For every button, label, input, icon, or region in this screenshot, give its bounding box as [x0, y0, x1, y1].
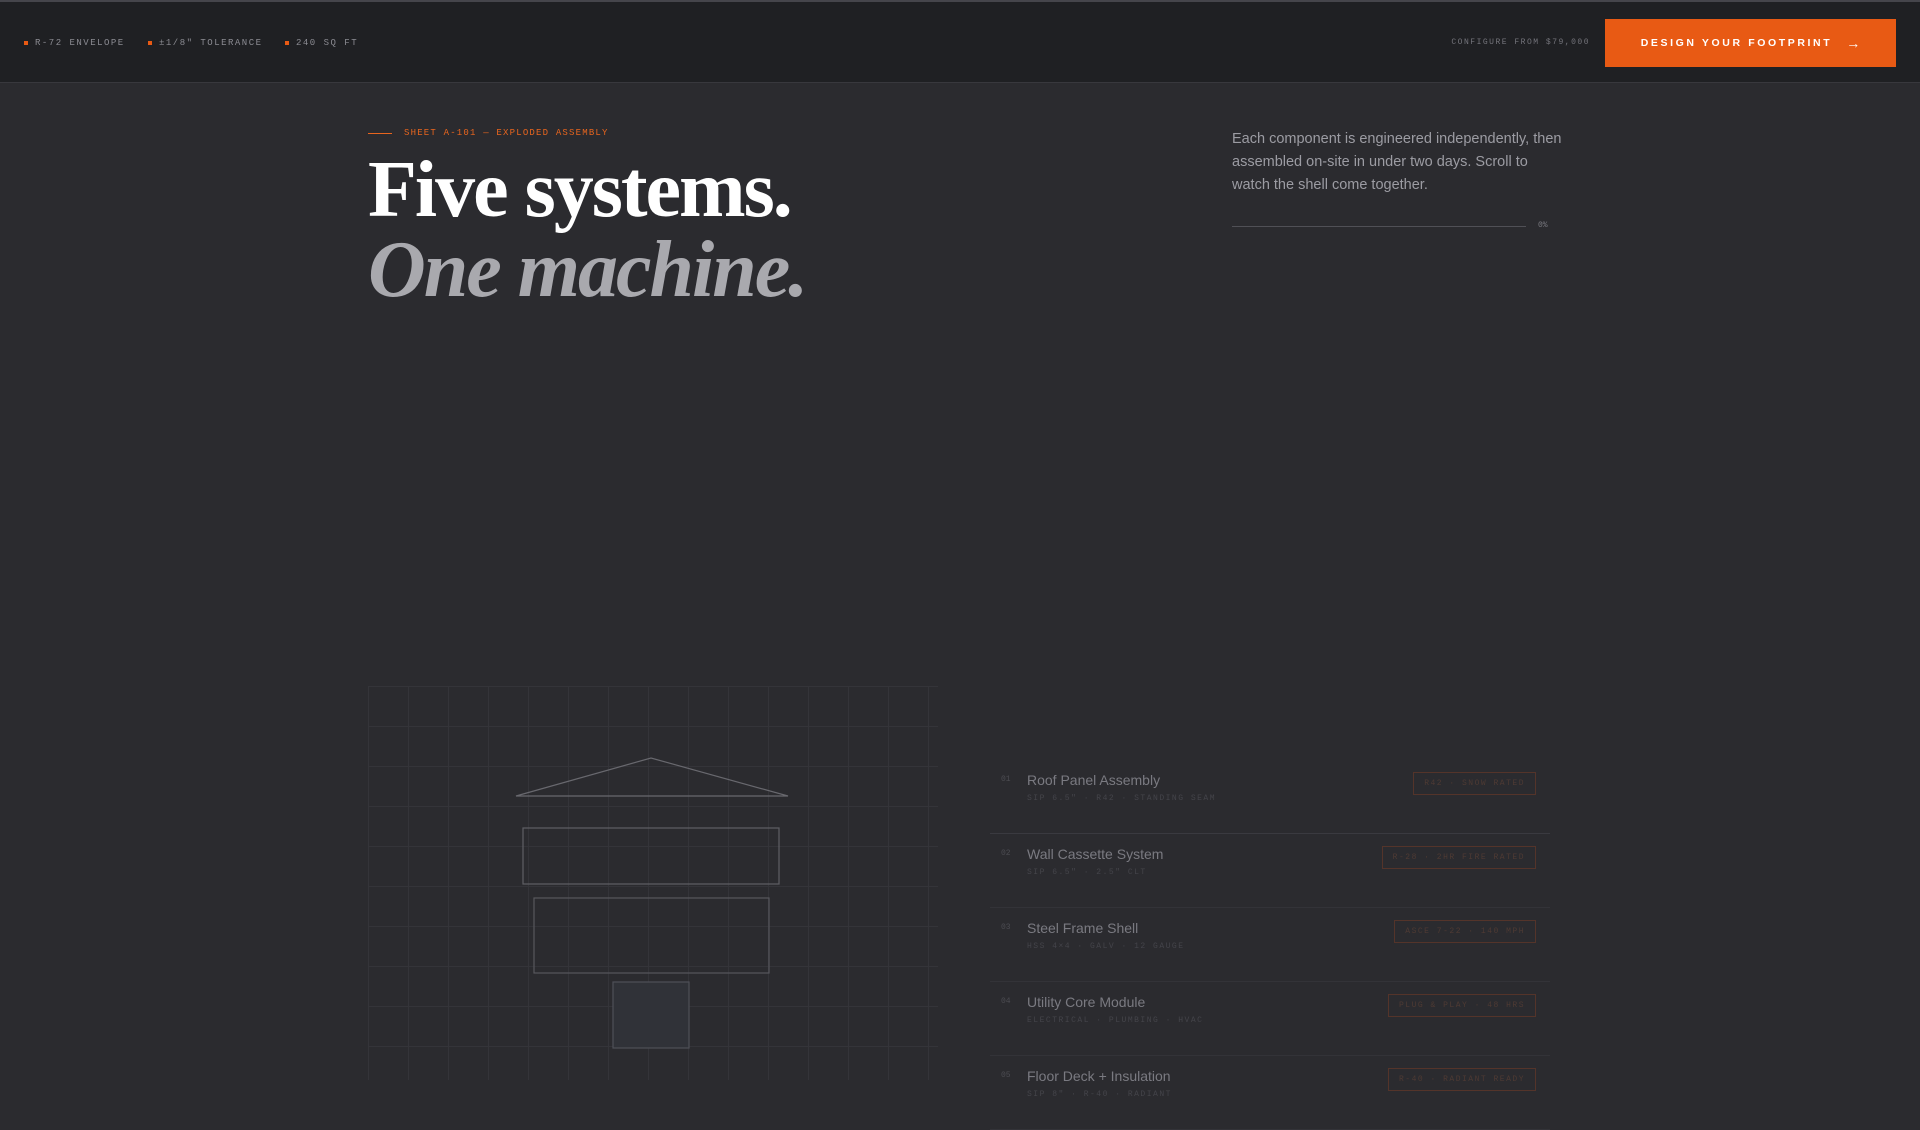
component-number: 01 — [1001, 775, 1011, 784]
configure-price-label: CONFIGURE FROM $79,000 — [1451, 38, 1590, 47]
component-specs: SIP 6.5" · R42 · STANDING SEAM — [1027, 794, 1217, 803]
headline-line-2: One machine. — [368, 226, 808, 314]
headline-line-1: Five systems. — [368, 146, 793, 234]
component-name: Steel Frame Shell — [1027, 920, 1139, 936]
spec-label: 240 SQ FT — [296, 38, 359, 48]
component-number: 03 — [1001, 923, 1011, 932]
spec-bullet-icon — [148, 41, 152, 45]
component-name: Wall Cassette System — [1027, 846, 1164, 862]
spec-bullet-icon — [285, 41, 289, 45]
component-rating-badge: R-28 · 2HR FIRE RATED — [1381, 846, 1536, 869]
component-item-floor[interactable]: 05 Floor Deck + Insulation SIP 8" · R-40… — [990, 1056, 1550, 1130]
arrow-right-icon: → — [1846, 35, 1861, 51]
component-specs: SIP 8" · R-40 · RADIANT — [1027, 1090, 1172, 1099]
component-number: 02 — [1001, 849, 1011, 858]
spec-tolerance: ±1/8" TOLERANCE — [148, 38, 263, 48]
component-item-utility[interactable]: 04 Utility Core Module ELECTRICAL · PLUM… — [990, 982, 1550, 1056]
component-rating-badge: R42 · SNOW RATED — [1413, 772, 1536, 795]
spec-label: ±1/8" TOLERANCE — [159, 38, 263, 48]
roof-panel-shape — [515, 757, 789, 797]
component-name: Utility Core Module — [1027, 994, 1146, 1010]
spec-area: 240 SQ FT — [285, 38, 358, 48]
wall-cassette-shape — [522, 827, 780, 885]
component-item-wall[interactable]: 02 Wall Cassette System SIP 6.5" · 2.5" … — [990, 834, 1550, 908]
design-footprint-button[interactable]: DESIGN YOUR FOOTPRINT → — [1605, 19, 1896, 67]
spec-bullet-icon — [24, 41, 28, 45]
component-item-roof[interactable]: 01 Roof Panel Assembly SIP 6.5" · R42 · … — [990, 760, 1550, 834]
scroll-progress-label: 0% — [1538, 221, 1548, 230]
cta-label: DESIGN YOUR FOOTPRINT — [1640, 37, 1833, 49]
intro-paragraph: Each component is engineered independent… — [1232, 131, 1562, 193]
eyebrow-label: SHEET A-101 — EXPLODED ASSEMBLY — [404, 128, 609, 138]
component-name: Floor Deck + Insulation — [1027, 1068, 1171, 1084]
spec-envelope: R-72 ENVELOPE — [24, 38, 125, 48]
component-specs: ELECTRICAL · PLUMBING · HVAC — [1027, 1016, 1204, 1025]
component-number: 05 — [1001, 1071, 1011, 1080]
component-number: 04 — [1001, 997, 1011, 1006]
sheet-eyebrow: SHEET A-101 — EXPLODED ASSEMBLY — [368, 128, 609, 138]
spec-label: R-72 ENVELOPE — [35, 38, 125, 48]
component-rating-badge: PLUG & PLAY · 48 HRS — [1387, 994, 1536, 1017]
scroll-progress-bar — [1232, 226, 1526, 227]
component-specs: SIP 6.5" · 2.5" CLT — [1027, 868, 1147, 877]
utility-core-shape — [612, 981, 690, 1049]
component-name: Roof Panel Assembly — [1027, 772, 1161, 788]
component-specs: HSS 4×4 · GALV · 12 GAUGE — [1027, 942, 1185, 951]
steel-frame-shape — [533, 897, 770, 974]
top-bar: R-72 ENVELOPE ±1/8" TOLERANCE 240 SQ FT … — [0, 2, 1920, 83]
component-rating-badge: ASCE 7-22 · 140 MPH — [1394, 920, 1536, 943]
exploded-assembly-diagram — [515, 757, 789, 1049]
eyebrow-rule — [368, 132, 392, 134]
component-item-frame[interactable]: 03 Steel Frame Shell HSS 4×4 · GALV · 12… — [990, 908, 1550, 982]
page-title: Five systems. One machine. — [368, 146, 808, 314]
component-list: 01 Roof Panel Assembly SIP 6.5" · R42 · … — [990, 760, 1550, 1130]
